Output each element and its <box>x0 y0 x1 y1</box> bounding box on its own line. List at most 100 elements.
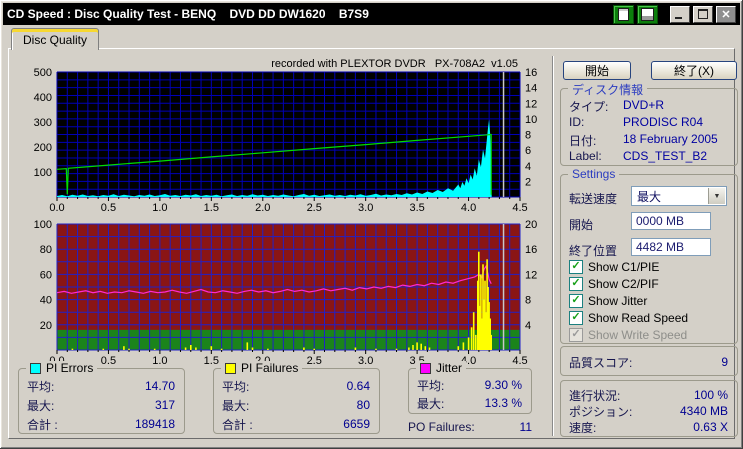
disc-info-title: ディスク情報 <box>568 81 648 98</box>
svg-text:2.5: 2.5 <box>307 202 322 214</box>
avg-label: 平均: <box>222 379 250 394</box>
checkbox-label: Show Read Speed <box>588 310 689 325</box>
checkbox-show-jitter[interactable]: ✓ Show Jitter <box>569 293 647 308</box>
pi-errors-color-swatch <box>30 362 41 374</box>
checkbox-show-c2-pif[interactable]: ✓ Show C2/PIF <box>569 276 659 291</box>
svg-text:100: 100 <box>34 219 52 231</box>
disc-type-label: タイプ: <box>569 100 609 114</box>
svg-text:4: 4 <box>525 320 531 332</box>
pi-errors-panel: PI Errors 平均: 14.70 最大: 317 合計 : 189418 <box>18 361 185 434</box>
avg-label: 平均: <box>417 378 445 393</box>
checkbox-box[interactable]: ✓ <box>569 276 583 291</box>
total-label: 合計 : <box>27 417 58 432</box>
vertical-divider <box>552 56 554 436</box>
maximize-button[interactable] <box>693 5 713 23</box>
check-icon: ✓ <box>571 311 581 323</box>
maximize-icon <box>698 9 708 19</box>
checkbox-show-write-speed: ✓ Show Write Speed <box>569 327 687 342</box>
po-failures-label: PO Failures: <box>408 420 475 434</box>
svg-text:300: 300 <box>34 117 52 129</box>
start-button[interactable]: 開始 <box>563 61 631 80</box>
svg-text:2.0: 2.0 <box>255 202 270 214</box>
pi-failures-jitter-chart: 10080604020201612840.00.51.01.52.02.53.0… <box>34 219 538 367</box>
svg-text:2.5: 2.5 <box>307 355 322 367</box>
checkbox-show-read-speed[interactable]: ✓ Show Read Speed <box>569 310 688 325</box>
svg-text:3.5: 3.5 <box>409 202 424 214</box>
position-value: 4340 MB <box>679 404 728 418</box>
svg-text:6: 6 <box>525 145 531 157</box>
checkbox-label: Show Write Speed <box>588 327 688 342</box>
svg-text:3.0: 3.0 <box>358 202 373 214</box>
copy-report-icon[interactable] <box>613 4 634 24</box>
checkbox-box[interactable]: ✓ <box>569 310 583 325</box>
quality-score-value: 9 <box>721 355 728 369</box>
svg-text:80: 80 <box>40 244 52 256</box>
svg-text:12: 12 <box>525 269 537 281</box>
exit-button[interactable]: 終了(X) <box>651 61 737 80</box>
titlebar-actions: ✕ <box>613 4 736 24</box>
svg-text:12: 12 <box>525 98 537 110</box>
end-position-label: 終了位置 <box>569 244 618 258</box>
transfer-speed-label: 転送速度 <box>569 192 618 206</box>
transfer-speed-select[interactable]: 最大 ▼ <box>631 186 727 206</box>
svg-text:4.0: 4.0 <box>461 202 476 214</box>
chevron-down-icon[interactable]: ▼ <box>708 188 725 204</box>
avg-value: 14.70 <box>144 379 175 393</box>
disc-id-value: PRODISC R04 <box>623 115 704 129</box>
svg-text:100: 100 <box>34 167 52 179</box>
checkbox-label: Show C2/PIF <box>588 276 659 291</box>
settings-group: Settings 転送速度 最大 ▼ 開始 終了位置 ✓Show C1/PIE … <box>560 167 738 344</box>
svg-text:10: 10 <box>525 114 537 126</box>
quality-score-label: 品質スコア: <box>569 355 633 370</box>
svg-text:500: 500 <box>34 67 52 79</box>
pi-errors-title: PI Errors <box>46 361 94 375</box>
titlebar: CD Speed : Disc Quality Test - BENQ DVD … <box>3 3 740 25</box>
svg-text:20: 20 <box>525 219 537 231</box>
tab-disc-quality[interactable]: Disc Quality <box>11 28 100 50</box>
start-position-input[interactable] <box>631 212 711 230</box>
close-icon: ✕ <box>721 8 731 21</box>
pi-errors-read-speed-chart: 500 400 300 200 100 16 14 12 10 8 6 4 2 0.0 0.5 1.0 1.5 2… <box>34 58 538 214</box>
disc-label-label: Label: <box>569 149 602 163</box>
save-icon[interactable] <box>637 4 658 24</box>
total-value: 189418 <box>134 417 175 431</box>
checkbox-show-c1-pie[interactable]: ✓ Show C1/PIE <box>569 259 659 274</box>
speed-label: 速度: <box>569 420 597 435</box>
pi-failures-title: PI Failures <box>241 361 299 375</box>
max-label: 最大: <box>222 398 250 413</box>
po-failures-value: 11 <box>519 420 532 434</box>
end-position-input[interactable] <box>631 238 711 256</box>
svg-text:200: 200 <box>34 142 52 154</box>
transfer-speed-value: 最大 <box>637 189 662 204</box>
max-value: 317 <box>154 398 175 412</box>
svg-text:20: 20 <box>40 320 52 332</box>
disc-date-value: 18 February 2005 <box>623 132 718 146</box>
checkbox-label: Show C1/PIE <box>588 259 660 274</box>
svg-text:1.0: 1.0 <box>152 355 167 367</box>
svg-text:14: 14 <box>525 83 537 95</box>
svg-text:8: 8 <box>525 130 531 142</box>
avg-value: 9.30 % <box>484 378 522 392</box>
max-label: 最大: <box>27 398 55 413</box>
tab-label: Disc Quality <box>23 32 88 47</box>
pi-failures-legend: PI Failures <box>221 361 303 375</box>
avg-value: 0.64 <box>346 379 370 393</box>
exit-button-label: 終了(X) <box>674 64 714 78</box>
document-icon <box>618 7 629 21</box>
speed-value: 0.63 X <box>693 420 728 434</box>
checkbox-box[interactable]: ✓ <box>569 293 583 308</box>
quality-score-group: 品質スコア: 9 <box>560 346 738 376</box>
max-label: 最大: <box>417 396 445 411</box>
po-failures-row: PO Failures: 11 <box>408 420 532 434</box>
start-position-label: 開始 <box>569 218 594 232</box>
svg-text:8: 8 <box>525 295 531 307</box>
svg-text:recorded with PLEXTOR DVDR P: recorded with PLEXTOR DVDR PX-708A2 v1.0… <box>271 58 518 70</box>
check-icon: ✓ <box>571 328 581 340</box>
app-window: CD Speed : Disc Quality Test - BENQ DVD … <box>0 0 743 449</box>
minimize-button[interactable] <box>670 5 690 23</box>
checkbox-box[interactable]: ✓ <box>569 259 583 274</box>
close-button[interactable]: ✕ <box>716 5 736 23</box>
checkbox-label: Show Jitter <box>588 293 648 308</box>
svg-text:16: 16 <box>525 67 537 79</box>
svg-text:4.5: 4.5 <box>512 202 527 214</box>
